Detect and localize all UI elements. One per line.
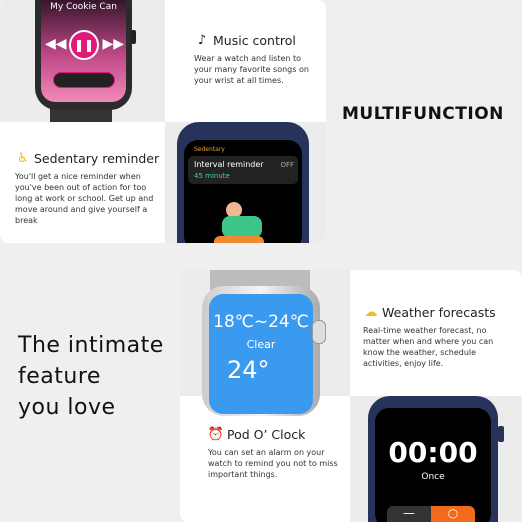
pause-icon[interactable]: ❚❚ [69,30,99,60]
volume-slider[interactable] [53,72,115,88]
rewind-icon[interactable]: ◀◀ [45,36,67,52]
music-watch-image: My Cookie Can ❚❚ ◀◀ ▶▶ [0,0,165,122]
crown-button [312,320,326,344]
feature-desc: You'll get a nice reminder when you've b… [15,172,154,225]
feature-title: Sedentary reminder [34,150,160,166]
weather-feature: ☁ Weather forecasts Real-time weather for… [363,304,513,369]
multifunction-heading: MULTIFUNCTION [342,104,504,124]
heading-line: you love [18,395,116,420]
delete-alarm-button[interactable]: — [387,506,431,522]
interval-toggle[interactable]: OFF [280,161,294,169]
alarm-repeat: Once [421,472,445,482]
alarm-time: 00:00 [388,436,478,469]
song-title: My Cookie Can [50,2,117,12]
fast-forward-icon[interactable]: ▶▶ [102,36,124,52]
music-note-icon: ♪ [197,32,207,48]
feature-card-top: My Cookie Can ❚❚ ◀◀ ▶▶ ♪ Music control We… [0,0,326,243]
sedentary-watch-image: Sedentary Interval reminder OFF 45 minut… [165,122,326,243]
cloud-icon: ☁ [364,304,378,320]
weather-watch-image: 18℃~24℃ Clear 24° [180,270,350,416]
weather-condition: Clear [246,338,276,351]
feature-desc: Real-time weather forecast, no matter wh… [363,326,494,368]
feature-desc: Wear a watch and listen to your many fav… [194,54,309,85]
sedentary-feature: ♿ Sedentary reminder You'll get a nice re… [15,150,160,226]
seated-person-icon: ♿ [17,150,29,166]
intimate-heading: The intimate feature you love [18,330,164,423]
interval-value: 45 minute [194,172,230,180]
confirm-alarm-button[interactable]: ○ [431,506,475,522]
alarm-watch-image: 00:00 Once — ○ [350,396,522,522]
feature-title: Pod O’ Clock [227,426,306,442]
heading-line: feature [18,364,101,389]
feature-desc: You can set an alarm on your watch to re… [208,448,338,479]
current-temperature: 24° [227,356,270,384]
feature-title: Music control [213,32,296,48]
feature-title: Weather forecasts [382,304,496,320]
heading-line: The intimate [18,333,164,358]
temperature-range: 18℃~24℃ [213,312,309,332]
screen-header: Sedentary [194,146,225,153]
alarm-clock-icon: ⏰ [207,426,225,442]
music-feature: ♪ Music control Wear a watch and listen t… [194,32,319,86]
interval-reminder-label: Interval reminder [194,160,264,169]
clock-feature: ⏰ Pod O’ Clock You can set an alarm on yo… [208,426,338,480]
feature-card-bottom: 18℃~24℃ Clear 24° ☁ Weather forecasts Rea… [180,270,522,522]
